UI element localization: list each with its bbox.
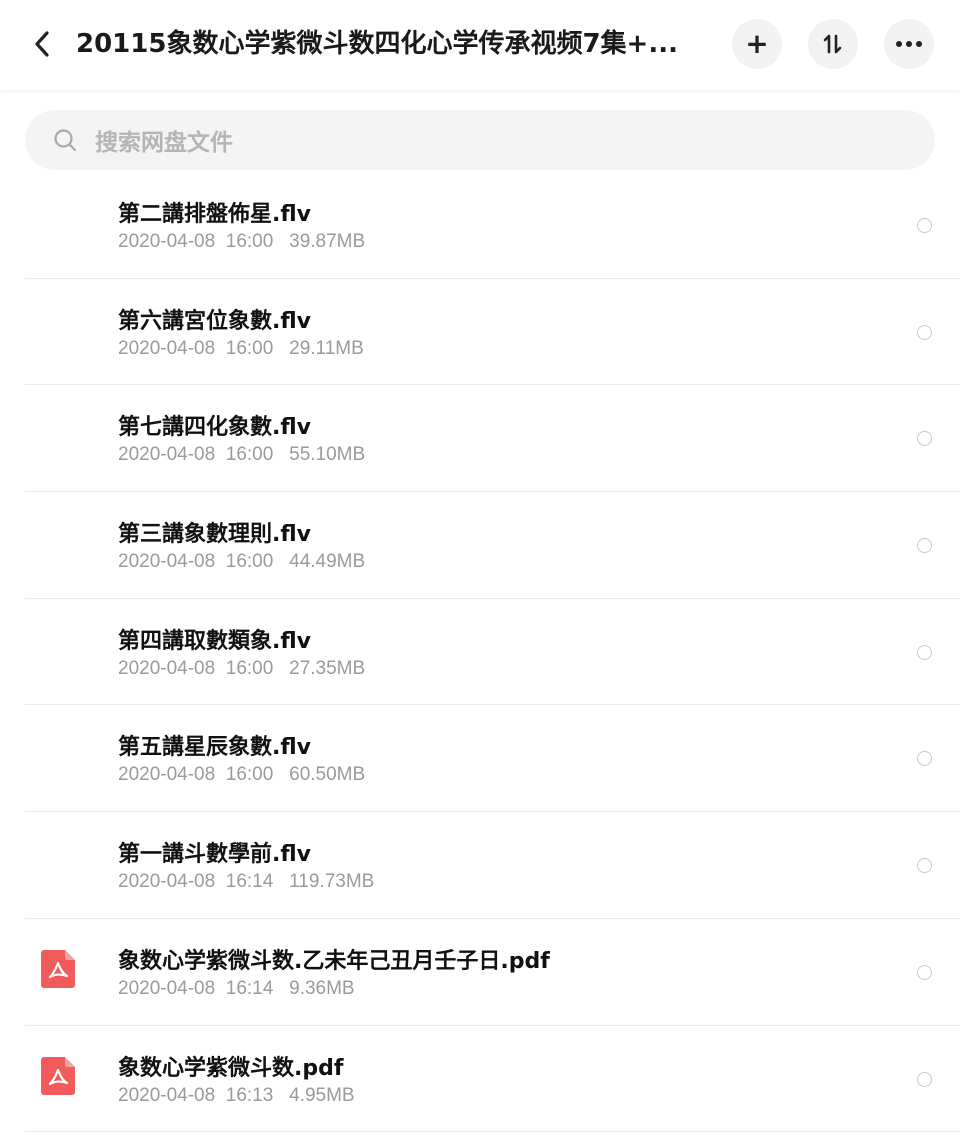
more-icon (896, 41, 922, 47)
list-item[interactable]: 第四講取數類象.flv 2020-04-08 16:00 27.35MB (0, 599, 960, 706)
file-name: 象数心学紫微斗数.乙未年己丑月壬子日.pdf (118, 948, 550, 974)
back-button[interactable] (22, 22, 62, 66)
file-name: 第二講排盤佈星.flv (118, 202, 312, 227)
select-checkbox[interactable] (917, 1071, 932, 1087)
file-meta: 2020-04-08 16:14 9.36MB (118, 977, 355, 999)
sort-icon (823, 34, 842, 54)
select-checkbox[interactable] (917, 858, 932, 874)
list-item[interactable]: 第六講宮位象數.flv 2020-04-08 16:00 29.11MB (0, 279, 960, 386)
pdf-file-icon (41, 949, 75, 988)
file-meta: 2020-04-08 16:13 4.95MB (118, 1084, 355, 1106)
file-meta: 2020-04-08 16:00 39.87MB (118, 231, 366, 252)
page-title: 20115象数心学紫微斗数四化心学传承视频7集+... (76, 29, 678, 59)
file-name: 第三講象數理則.flv (118, 522, 312, 548)
list-item[interactable]: 第五講星辰象數.flv 2020-04-08 16:00 60.50MB (0, 705, 960, 812)
more-button[interactable] (884, 19, 934, 69)
select-checkbox[interactable] (917, 431, 932, 447)
file-meta: 2020-04-08 16:00 27.35MB (118, 657, 366, 679)
search-placeholder: 搜索网盘文件 (95, 130, 233, 156)
select-checkbox[interactable] (917, 324, 932, 340)
top-bar: 20115象数心学紫微斗数四化心学传承视频7集+... + (0, 0, 960, 90)
select-checkbox[interactable] (917, 751, 932, 767)
file-name: 第五講星辰象數.flv (118, 735, 312, 761)
select-checkbox[interactable] (917, 538, 932, 554)
file-name: 象数心学紫微斗数.pdf (118, 1055, 344, 1081)
select-checkbox[interactable] (917, 964, 932, 980)
file-name: 第六講宮位象數.flv (118, 308, 312, 334)
file-meta: 2020-04-08 16:00 44.49MB (118, 551, 366, 573)
list-item[interactable]: 第七講四化象數.flv 2020-04-08 16:00 55.10MB (0, 385, 960, 492)
file-name: 第七講四化象數.flv (118, 415, 312, 441)
search-input[interactable]: 搜索网盘文件 (25, 110, 935, 170)
list-item[interactable]: 象数心学紫微斗数.乙未年己丑月壬子日.pdf 2020-04-08 16:14 … (0, 919, 960, 1026)
file-list: 第二講排盤佈星.flv 2020-04-08 16:00 39.87MB 第六講… (0, 172, 960, 1132)
search-icon (54, 129, 77, 152)
chevron-left-icon (35, 31, 49, 57)
file-name: 第四講取數類象.flv (118, 628, 312, 654)
add-button[interactable]: + (732, 19, 782, 69)
file-meta: 2020-04-08 16:14 119.73MB (118, 871, 375, 893)
file-name: 第一講斗數學前.flv (118, 842, 312, 868)
list-item[interactable]: 第三講象數理則.flv 2020-04-08 16:00 44.49MB (0, 492, 960, 599)
file-meta: 2020-04-08 16:00 29.11MB (118, 337, 364, 359)
list-item[interactable]: 象数心学紫微斗数.pdf 2020-04-08 16:13 4.95MB (0, 1026, 960, 1133)
list-item[interactable]: 第一講斗數學前.flv 2020-04-08 16:14 119.73MB (0, 812, 960, 919)
select-checkbox[interactable] (917, 644, 932, 660)
list-item[interactable]: 第二講排盤佈星.flv 2020-04-08 16:00 39.87MB (0, 172, 960, 279)
sort-button[interactable] (808, 19, 858, 69)
select-checkbox[interactable] (917, 218, 932, 233)
file-meta: 2020-04-08 16:00 60.50MB (118, 764, 366, 786)
plus-icon: + (745, 27, 769, 60)
pdf-file-icon (41, 1056, 75, 1095)
file-meta: 2020-04-08 16:00 55.10MB (118, 444, 366, 466)
